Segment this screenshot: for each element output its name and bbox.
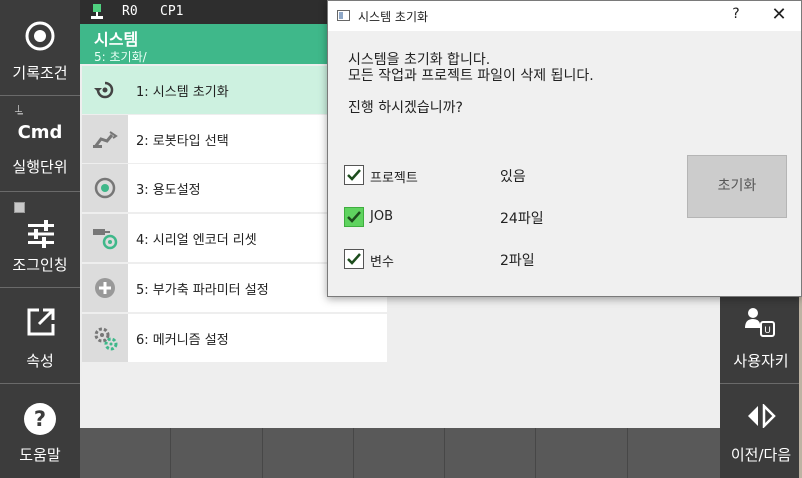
right-panel: U 사용자키 이전/다음 <box>720 296 802 478</box>
prev-next-label: 이전/다음 <box>730 446 792 464</box>
prev-next-icon <box>748 404 776 428</box>
reset-icon <box>94 81 114 99</box>
robot-status-icon <box>91 4 103 19</box>
function-key-2[interactable] <box>171 428 263 478</box>
svg-text:?: ? <box>34 407 46 431</box>
dialog-question: 진행 하시겠습니까? <box>348 100 463 116</box>
function-key-6[interactable] <box>536 428 628 478</box>
exec-unit-button[interactable]: ⊥̲̲̲̲ Cmd 실행단위 <box>0 96 80 192</box>
job-checkbox[interactable] <box>344 207 364 227</box>
prev-next-button[interactable]: 이전/다음 <box>720 383 802 478</box>
left-sidebar: 기록조건 ⊥̲̲̲̲ Cmd 실행단위 조그인칭 속성 ? 도움말 <box>0 0 80 478</box>
help-icon: ? <box>24 403 56 435</box>
dialog-close-button[interactable]: ✕ <box>768 4 790 26</box>
app-root: 기록조건 ⊥̲̲̲̲ Cmd 실행단위 조그인칭 속성 ? 도움말 R0 CP1… <box>0 0 802 478</box>
window-icon <box>337 10 350 21</box>
function-key-1[interactable] <box>80 428 171 478</box>
step-marker-icon: ⊥̲̲̲̲ <box>14 104 23 115</box>
record-condition-button[interactable]: 기록조건 <box>0 0 80 96</box>
record-condition-label: 기록조건 <box>12 64 68 82</box>
function-key-3[interactable] <box>263 428 354 478</box>
user-key-icon: U <box>745 308 775 337</box>
menu-item-label: 1: 시스템 초기화 <box>136 85 229 100</box>
page-header: 시스템 5: 초기화/ <box>80 24 360 64</box>
control-point: CP1 <box>160 4 184 19</box>
function-key-7[interactable] <box>628 428 720 478</box>
menu-item-icon-box <box>82 115 128 163</box>
system-init-dialog: 시스템 초기화 ? ✕ 시스템을 초기화 합니다. 모든 작업과 프로젝트 파일… <box>327 0 802 297</box>
dialog-help-button[interactable]: ? <box>726 6 746 26</box>
cmd-label: Cmd <box>17 122 63 143</box>
record-icon <box>25 21 55 51</box>
job-value: 24파일 <box>500 211 544 227</box>
checkmark-icon <box>347 211 361 223</box>
robot-arm-icon <box>93 131 118 148</box>
help-button[interactable]: ? 도움말 <box>0 384 80 478</box>
jog-inching-label: 조그인칭 <box>12 256 68 274</box>
external-link-icon <box>27 308 55 336</box>
svg-text:U: U <box>764 326 771 336</box>
user-key-label: 사용자키 <box>733 352 789 370</box>
speed-label: 속성 <box>26 352 54 370</box>
initialize-button[interactable]: 초기화 <box>687 155 787 218</box>
menu-item-icon-box <box>82 164 128 212</box>
checkmark-icon <box>347 169 361 181</box>
project-label: 프로젝트 <box>370 171 418 186</box>
menu-item-mechanism[interactable]: 6: 메커니즘 설정 <box>82 314 387 362</box>
dialog-titlebar: 시스템 초기화 ? ✕ <box>328 1 801 31</box>
menu-item-label: 2: 로봇타입 선택 <box>136 134 229 149</box>
encoder-reset-icon <box>93 229 118 250</box>
exec-unit-label: 실행단위 <box>12 158 68 176</box>
job-label: JOB <box>370 209 393 224</box>
variable-value: 2파일 <box>500 253 535 269</box>
menu-item-label: 4: 시리얼 엔코더 리셋 <box>136 233 257 248</box>
menu-item-icon-box <box>82 314 128 362</box>
menu-item-icon-box <box>82 214 128 262</box>
variable-checkbox[interactable] <box>344 249 364 269</box>
project-value: 있음 <box>500 169 526 185</box>
function-key-4[interactable] <box>354 428 445 478</box>
user-key-button[interactable]: U 사용자키 <box>720 296 802 383</box>
gears-icon <box>94 327 118 351</box>
menu-item-label: 6: 메커니즘 설정 <box>136 333 229 348</box>
menu-item-label: 5: 부가축 파라미터 설정 <box>136 283 269 298</box>
function-key-bar <box>80 428 720 478</box>
robot-number: R0 <box>122 4 138 19</box>
breadcrumb: 5: 초기화/ <box>94 50 147 64</box>
variable-label: 변수 <box>370 255 394 270</box>
speed-button[interactable]: 속성 <box>0 288 80 384</box>
menu-item-icon-box <box>82 264 128 312</box>
function-key-5[interactable] <box>445 428 536 478</box>
gear-circle-icon <box>94 177 116 199</box>
plus-circle-icon <box>95 278 115 298</box>
inching-indicator-icon <box>14 202 25 213</box>
help-label: 도움말 <box>19 446 61 464</box>
menu-item-icon-box <box>82 66 128 114</box>
sliders-icon <box>28 220 54 248</box>
dialog-title: 시스템 초기화 <box>358 10 429 24</box>
project-checkbox[interactable] <box>344 165 364 185</box>
page-title: 시스템 <box>94 30 139 49</box>
jog-inching-button[interactable]: 조그인칭 <box>0 192 80 288</box>
menu-item-label: 3: 용도설정 <box>136 183 201 198</box>
checkmark-icon <box>347 253 361 265</box>
dialog-message-line2: 모든 작업과 프로젝트 파일이 삭제 됩니다. <box>348 68 594 84</box>
